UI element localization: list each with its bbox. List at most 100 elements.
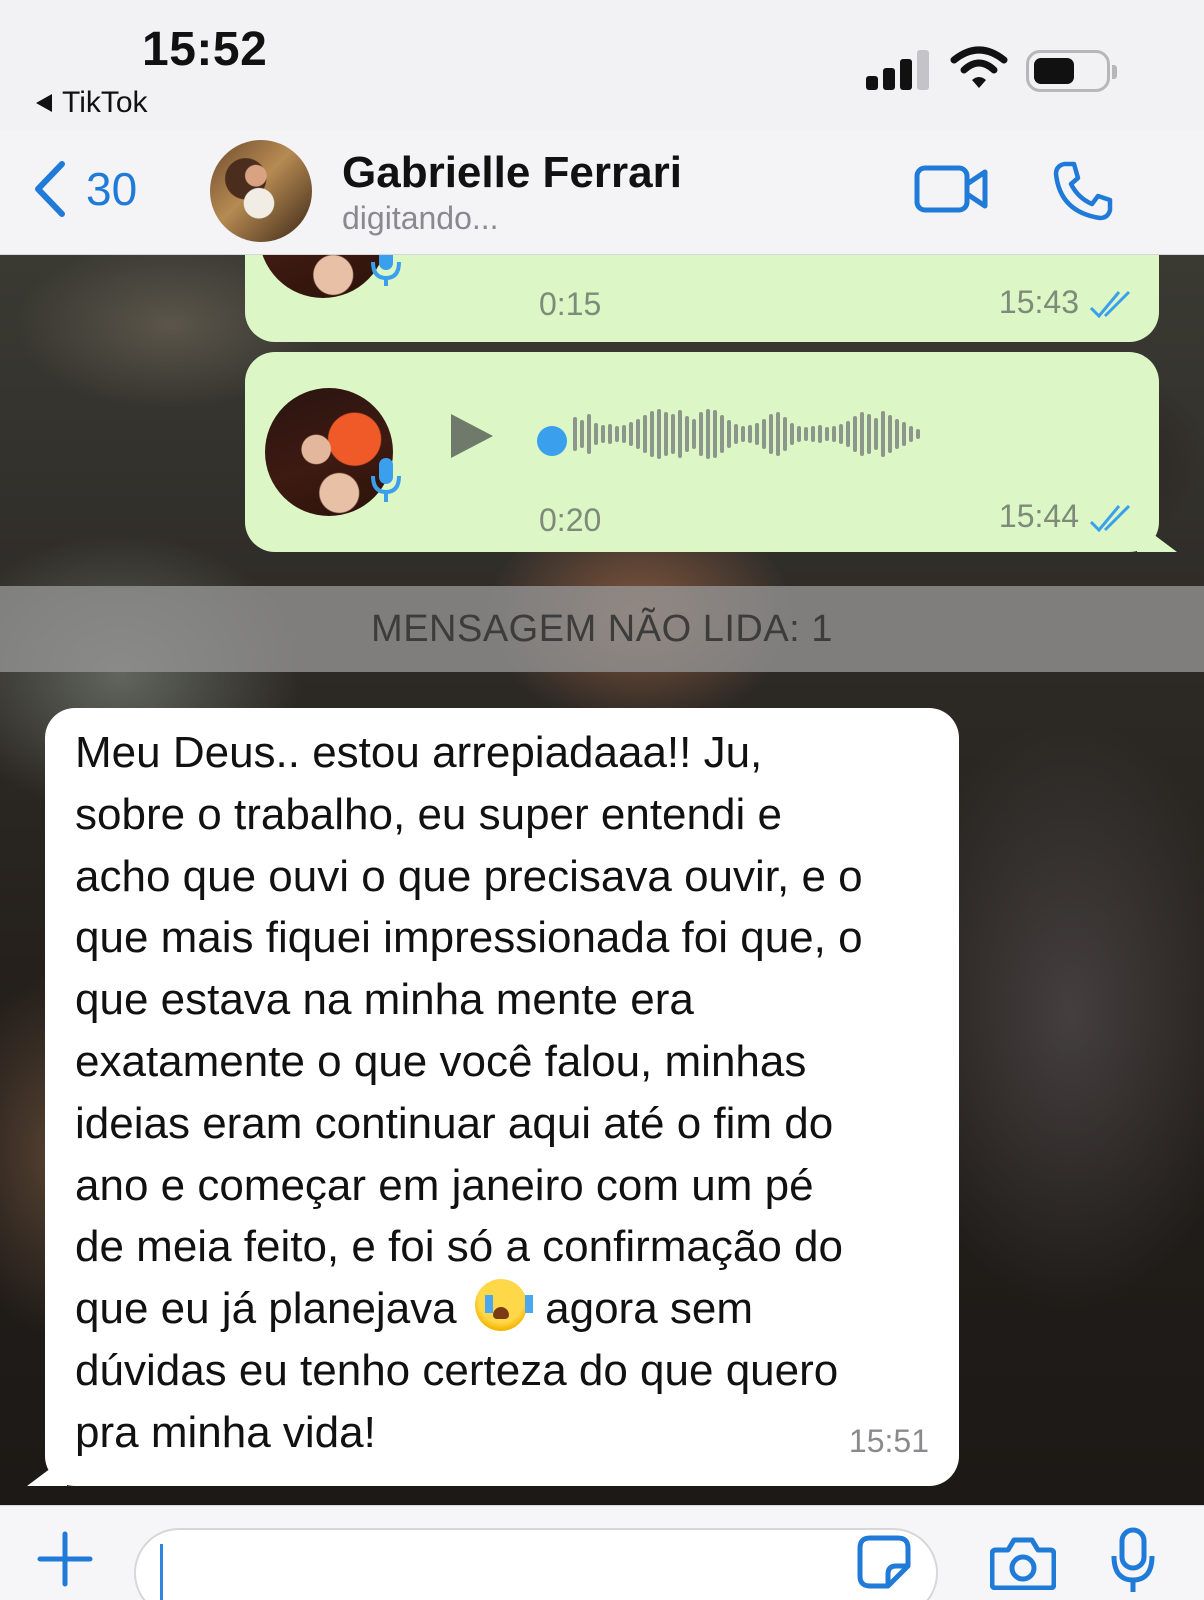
waveform-bar bbox=[762, 419, 766, 449]
waveform-bar bbox=[678, 410, 682, 458]
video-camera-icon[interactable] bbox=[914, 164, 988, 214]
waveform-bar bbox=[832, 426, 836, 442]
waveform-bar bbox=[853, 416, 857, 452]
waveform-bar bbox=[860, 412, 864, 456]
waveform-bar bbox=[804, 427, 808, 441]
voice-waveform[interactable] bbox=[573, 404, 920, 464]
waveform-bar bbox=[783, 417, 787, 451]
message-line: exatamente o que você falou, minhas bbox=[75, 1036, 807, 1086]
message-time: 15:44 bbox=[998, 498, 1079, 534]
text-caret bbox=[160, 1544, 163, 1600]
back-button[interactable]: 30 bbox=[32, 160, 137, 218]
waveform-bar bbox=[573, 417, 577, 451]
waveform-bar bbox=[587, 414, 591, 454]
message-input[interactable] bbox=[134, 1528, 938, 1600]
waveform-bar bbox=[622, 425, 626, 443]
message-time: 15:51 bbox=[848, 1423, 929, 1459]
chat-header: 30 Gabrielle Ferrari digitando... bbox=[0, 130, 1204, 255]
waveform-bar bbox=[727, 420, 731, 448]
message-line: ano e começar em janeiro com um pé bbox=[75, 1160, 814, 1210]
message-line: sobre o trabalho, eu super entendi e bbox=[75, 789, 782, 839]
message-fragment: que eu já planejava bbox=[75, 1284, 457, 1334]
waveform-bar bbox=[706, 409, 710, 459]
waveform-bar bbox=[741, 426, 745, 442]
read-ticks-icon bbox=[1089, 504, 1131, 532]
waveform-bar bbox=[825, 427, 829, 441]
waveform-bar bbox=[888, 415, 892, 453]
waveform-bar bbox=[629, 422, 633, 446]
waveform-bar bbox=[895, 419, 899, 449]
message-fragment: agora sem bbox=[545, 1284, 754, 1334]
unread-chats-count: 30 bbox=[86, 163, 138, 215]
message-line: que estava na minha mente era bbox=[75, 975, 694, 1025]
message-input-bar bbox=[0, 1505, 1204, 1600]
waveform-bar bbox=[846, 421, 850, 447]
waveform-bar bbox=[657, 409, 661, 459]
waveform-bar bbox=[713, 410, 717, 458]
clock: 15:52 bbox=[142, 23, 268, 76]
waveform-bar bbox=[643, 415, 647, 453]
waveform-bar bbox=[839, 424, 843, 444]
microphone-icon[interactable] bbox=[1110, 1526, 1156, 1596]
status-bar: 15:52 TikTok bbox=[0, 0, 1204, 130]
waveform-bar bbox=[769, 414, 773, 454]
message-line: que eu já planejava agora sem bbox=[75, 1278, 935, 1340]
back-to-app-button[interactable]: TikTok bbox=[36, 86, 148, 120]
waveform-bar bbox=[755, 423, 759, 445]
waveform-bar bbox=[790, 423, 794, 445]
message-line: pra minha vida! bbox=[75, 1407, 376, 1457]
waveform-bar bbox=[818, 425, 822, 443]
waveform-bar bbox=[636, 419, 640, 449]
message-line: ideias eram continuar aqui até o fim do bbox=[75, 1098, 834, 1148]
waveform-bar bbox=[734, 424, 738, 444]
loudly-crying-face-emoji-icon bbox=[474, 1279, 533, 1332]
voice-message-2[interactable]: 0:20 15:44 bbox=[245, 352, 1177, 552]
message-line: de meia feito, e foi só a confirmação do bbox=[75, 1222, 843, 1272]
waveform-bar bbox=[615, 426, 619, 442]
back-triangle-icon bbox=[36, 94, 52, 112]
battery-icon bbox=[1026, 50, 1117, 92]
waveform-bar bbox=[699, 412, 703, 456]
message-line: que mais fiquei impressionada foi que, o bbox=[75, 913, 863, 963]
contact-name[interactable]: Gabrielle Ferrari bbox=[342, 148, 682, 198]
read-ticks-icon bbox=[1089, 290, 1131, 318]
waveform-bar bbox=[720, 415, 724, 453]
waveform-bar bbox=[601, 425, 605, 443]
waveform-bar bbox=[671, 414, 675, 454]
voice-duration: 0:15 bbox=[539, 286, 602, 322]
message-line: dúvidas eu tenho certeza do que quero bbox=[75, 1345, 839, 1395]
wifi-icon bbox=[950, 46, 1008, 88]
message-time: 15:43 bbox=[998, 284, 1079, 320]
message-text: Meu Deus.. estou arrepiadaaa!! Ju, sobre… bbox=[75, 722, 935, 1464]
waveform-bar bbox=[902, 422, 906, 446]
cellular-signal-icon bbox=[866, 48, 930, 90]
incoming-message[interactable]: Meu Deus.. estou arrepiadaaa!! Ju, sobre… bbox=[27, 708, 959, 1486]
waveform-bar bbox=[685, 416, 689, 452]
chevron-left-icon bbox=[35, 161, 65, 217]
message-line: acho que ouvi o que precisava ouvir, e o bbox=[75, 851, 863, 901]
waveform-bar bbox=[692, 419, 696, 449]
waveform-bar bbox=[664, 412, 668, 456]
waveform-bar bbox=[580, 420, 584, 448]
voice-duration: 0:20 bbox=[539, 502, 602, 538]
waveform-bar bbox=[881, 411, 885, 457]
waveform-bar bbox=[811, 426, 815, 442]
waveform-bar bbox=[608, 424, 612, 444]
contact-avatar[interactable] bbox=[210, 140, 312, 242]
waveform-bar bbox=[909, 426, 913, 442]
sticker-icon[interactable] bbox=[856, 1534, 912, 1590]
phone-icon[interactable] bbox=[1052, 160, 1114, 222]
plus-icon[interactable] bbox=[36, 1530, 94, 1588]
typing-status: digitando... bbox=[342, 200, 499, 236]
waveform-bar bbox=[797, 426, 801, 442]
camera-icon[interactable] bbox=[990, 1536, 1056, 1590]
waveform-bar bbox=[748, 425, 752, 443]
message-line: Meu Deus.. estou arrepiadaaa!! Ju, bbox=[75, 728, 763, 777]
waveform-bar bbox=[594, 423, 598, 445]
play-icon[interactable] bbox=[451, 414, 493, 458]
waveform-bar bbox=[650, 411, 654, 457]
playback-position-handle[interactable] bbox=[537, 426, 567, 456]
back-app-label: TikTok bbox=[62, 86, 148, 119]
waveform-bar bbox=[874, 418, 878, 450]
waveform-bar bbox=[776, 412, 780, 456]
